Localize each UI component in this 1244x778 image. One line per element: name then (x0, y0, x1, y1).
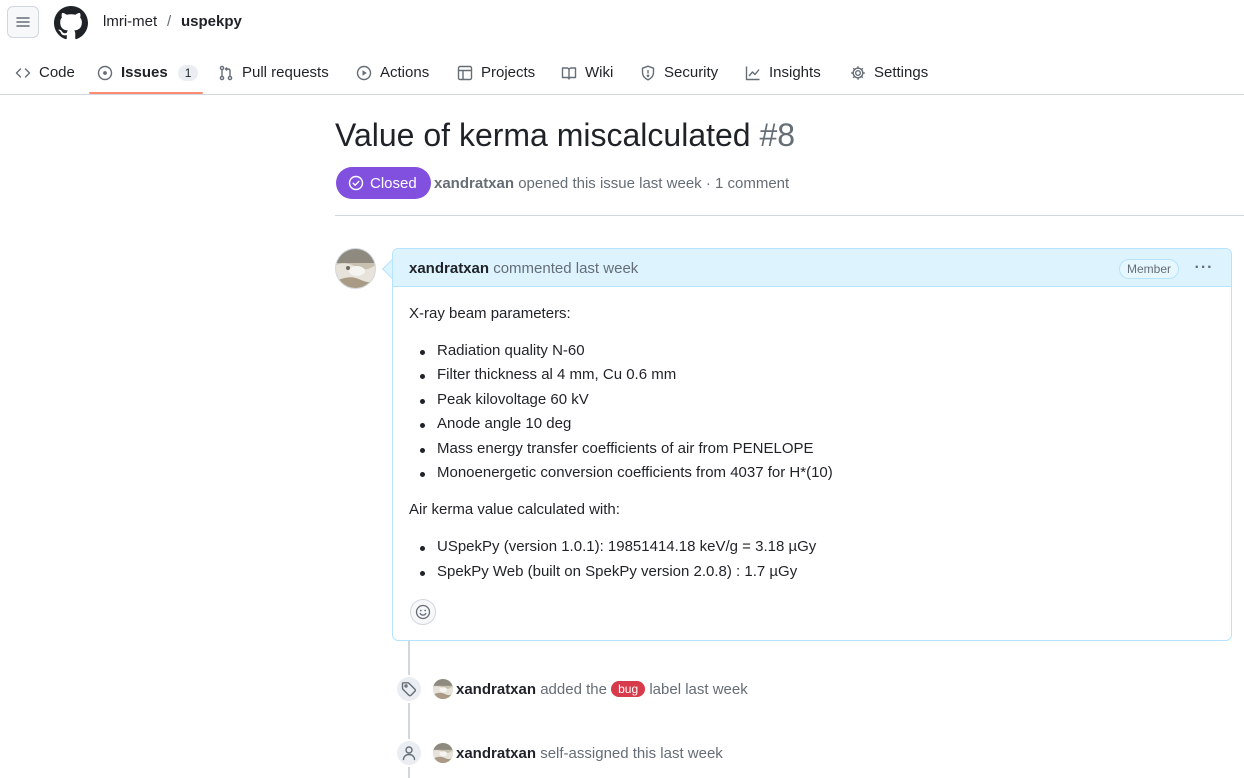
tab-label: Code (39, 64, 75, 81)
person-icon (402, 746, 416, 761)
code-icon (15, 67, 31, 78)
tab-label: Pull requests (242, 64, 329, 81)
tab-label: Security (664, 64, 719, 81)
graph-icon (745, 66, 760, 80)
breadcrumb-separator: / (167, 13, 172, 30)
issue-number: #8 (759, 117, 796, 153)
tab-settings[interactable]: Settings (850, 50, 928, 95)
issues-counter: 1 (177, 64, 199, 81)
repo-nav-tabs: Code Issues 1 Pull requests Actions Proj… (0, 50, 1244, 95)
event-text: xandratxan self-assigned this last week (456, 745, 723, 762)
book-icon (561, 66, 577, 80)
issue-state-badge: Closed (336, 167, 431, 199)
list-item: Anode angle 10 deg (419, 415, 572, 432)
tab-security[interactable]: Security (640, 50, 718, 95)
list-item: Mass energy transfer coefficients of air… (420, 440, 814, 457)
breadcrumb-owner[interactable]: lmri-met (103, 13, 157, 30)
gear-icon (851, 65, 865, 80)
issue-opened-icon (97, 65, 113, 80)
comment-timestamp[interactable]: commented last week (493, 260, 638, 277)
avatar[interactable] (433, 679, 453, 699)
repo-header: lmri-met / uspekpy Code Issues 1 Pull re… (0, 0, 1244, 95)
event-text: xandratxan added the bug label last week (456, 681, 748, 698)
git-pull-request-icon (219, 65, 233, 80)
issue-meta: xandratxan opened this issue last week ·… (434, 175, 789, 192)
comment-container: xandratxan commented last week Member ··… (392, 248, 1232, 641)
event-text-before: added the (540, 681, 607, 698)
github-logo-icon[interactable] (54, 6, 88, 40)
avatar-image (433, 743, 453, 763)
tab-label: Projects (481, 64, 536, 81)
tab-projects[interactable]: Projects (457, 50, 535, 95)
tab-insights[interactable]: Insights (745, 50, 821, 95)
list-item: Filter thickness al 4 mm, Cu 0.6 mm (419, 366, 677, 383)
kebab-menu-icon[interactable]: ··· (1193, 258, 1215, 278)
event-text-after: label last week (649, 681, 748, 698)
breadcrumb-repo[interactable]: uspekpy (181, 13, 242, 30)
tab-label: Issues (121, 64, 168, 81)
comment-header: xandratxan commented last week Member ··… (393, 249, 1231, 287)
avatar[interactable] (335, 248, 376, 289)
tab-code[interactable]: Code (15, 50, 75, 95)
issue-author-link[interactable]: xandratxan (434, 175, 514, 192)
menu-button[interactable] (7, 6, 39, 38)
tab-label: Settings (874, 64, 929, 81)
tab-label: Wiki (585, 64, 614, 81)
issue-state-label: Closed (370, 174, 417, 192)
check-circle-icon (348, 175, 364, 191)
list-item: USpekPy (version 1.0.1): 19851414.18 keV… (419, 538, 817, 555)
bug-label[interactable]: bug (611, 681, 646, 697)
comment-author-link[interactable]: xandratxan (409, 260, 489, 277)
play-icon (356, 65, 372, 80)
shield-icon (641, 65, 655, 80)
list-item: Monoenergetic conversion coefficients fr… (420, 464, 833, 481)
member-badge: Member (1119, 259, 1180, 279)
table-icon (457, 65, 473, 80)
event-author-link[interactable]: xandratxan (456, 681, 536, 698)
add-reaction-button[interactable] (410, 599, 436, 625)
comment-paragraph: X-ray beam parameters: (409, 305, 571, 322)
issue-meta-text: opened this issue last week · 1 comment (518, 175, 790, 192)
tab-pull-requests[interactable]: Pull requests (218, 50, 329, 95)
avatar-image (433, 679, 453, 699)
selected-tab-underline (89, 92, 203, 94)
tab-wiki[interactable]: Wiki (561, 50, 613, 95)
issue-title-text: Value of kerma miscalculated (335, 117, 751, 153)
list-item: Radiation quality N-60 (420, 342, 585, 359)
tab-actions[interactable]: Actions (356, 50, 429, 95)
hamburger-icon (16, 17, 30, 27)
event-text-body: self-assigned this last week (540, 745, 723, 762)
list-item: Peak kilovoltage 60 kV (420, 391, 589, 408)
smiley-icon (415, 604, 431, 620)
avatar[interactable] (433, 743, 453, 763)
avatar-image (336, 249, 375, 288)
comment-paragraph: Air kerma value calculated with: (409, 501, 620, 518)
tab-label: Actions (380, 64, 430, 81)
tag-icon (401, 682, 417, 697)
tab-issues[interactable]: Issues 1 (97, 50, 199, 95)
event-badge (395, 675, 423, 703)
tab-label: Insights (769, 64, 821, 81)
issue-title: Value of kerma miscalculated #8 (335, 117, 795, 154)
comment-header-text: xandratxan commented last week (409, 260, 638, 277)
list-item: SpekPy Web (built on SpekPy version 2.0.… (419, 563, 798, 580)
event-author-link[interactable]: xandratxan (456, 745, 536, 762)
header-divider (335, 215, 1244, 216)
event-badge (395, 739, 423, 767)
